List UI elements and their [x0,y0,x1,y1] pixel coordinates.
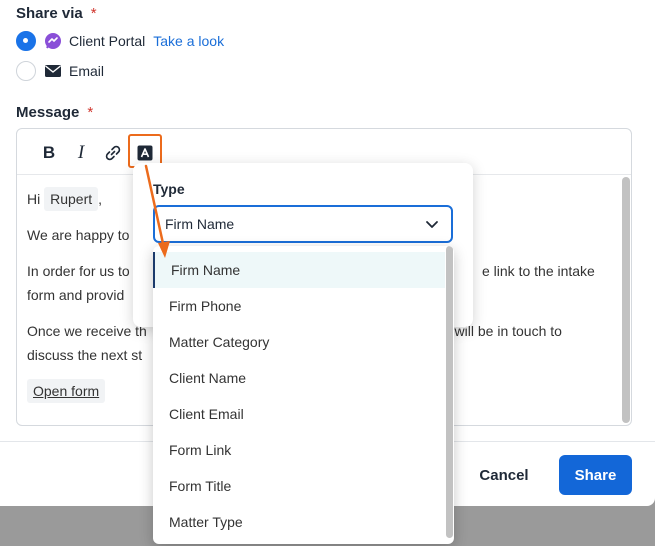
option-client-name[interactable]: Client Name [153,360,445,396]
type-select[interactable]: Firm Name [153,205,453,243]
option-firm-phone[interactable]: Firm Phone [153,288,445,324]
option-firm-name[interactable]: Firm Name [153,252,445,288]
type-label: Type [153,181,185,197]
email-label: Email [69,63,105,79]
editor-scrollbar[interactable] [622,177,630,423]
chevron-down-icon [425,217,439,234]
paragraph-3-line2: discuss the next st [27,347,143,363]
radio-email[interactable]: Email [16,60,104,82]
italic-button[interactable]: I [69,141,93,165]
option-client-email[interactable]: Client Email [153,396,445,432]
paragraph-2-line2: form and provid [27,287,125,303]
option-form-link[interactable]: Form Link [153,432,445,468]
paragraph-2-start: In order for us to [27,263,130,279]
envelope-icon [44,62,62,80]
message-label-text: Message [16,104,80,121]
share-button[interactable]: Share [559,455,632,495]
link-icon[interactable] [101,141,125,165]
greeting-text: Hi [27,191,41,207]
share-via-label-text: Share via [16,5,83,22]
paragraph-2-end: e link to the intake [482,263,595,279]
open-form-link[interactable]: Open form [27,379,106,403]
option-matter-category[interactable]: Matter Category [153,324,445,360]
client-portal-label: Client Portal [69,33,146,49]
type-select-value: Firm Name [165,216,235,232]
option-matter-type[interactable]: Matter Type [153,504,445,540]
bold-button[interactable]: B [37,141,61,165]
text-variable-icon[interactable] [133,141,157,165]
cancel-button[interactable]: Cancel [470,457,538,493]
option-form-title[interactable]: Form Title [153,468,445,504]
recipient-variable-chip[interactable]: Rupert [44,187,99,211]
required-mark: * [90,5,97,22]
client-portal-icon [44,32,62,50]
dropdown-scrollbar[interactable] [446,246,453,538]
radio-button-unchecked[interactable] [16,61,36,81]
greeting-comma: , [98,191,103,207]
paragraph-3-start: Once we receive th [27,323,147,339]
radio-button-checked[interactable] [16,31,36,51]
radio-client-portal[interactable]: Client Portal Take a look [16,30,224,52]
take-a-look-link[interactable]: Take a look [153,33,224,49]
message-label: Message * [16,104,93,121]
type-dropdown-list: Firm Name Firm Phone Matter Category Cli… [153,246,454,544]
required-mark: * [87,104,94,121]
share-via-label: Share via * [16,5,97,22]
paragraph-1-text: We are happy to [27,227,130,243]
